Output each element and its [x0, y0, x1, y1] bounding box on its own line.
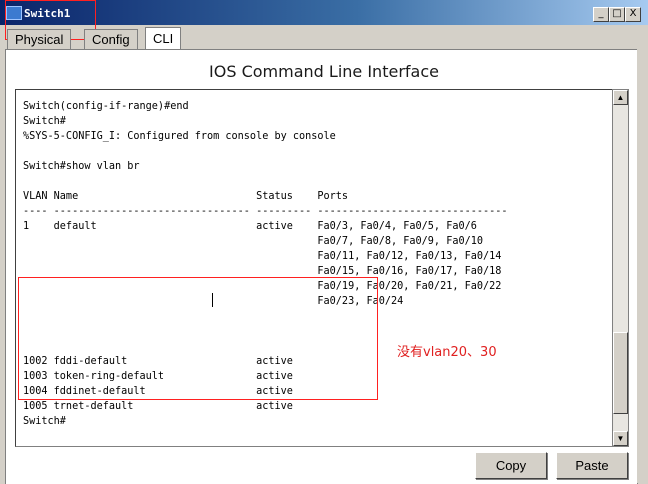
- terminal-line: %SYS-5-CONFIG_I: Configured from console…: [23, 131, 336, 142]
- terminal-line: Fa0/19, Fa0/20, Fa0/21, Fa0/22: [23, 281, 502, 292]
- window-title: Switch1: [24, 7, 71, 20]
- title-bar[interactable]: Switch1 _ □ X: [0, 0, 648, 25]
- cli-terminal[interactable]: Switch(config-if-range)#end Switch# %SYS-5…: [15, 89, 614, 447]
- terminal-line: Fa0/23, Fa0/24: [23, 296, 404, 307]
- terminal-line: 1004 fddinet-default active: [23, 386, 293, 397]
- panel-heading: IOS Command Line Interface: [209, 62, 439, 81]
- terminal-output: Switch(config-if-range)#end Switch# %SYS-5…: [23, 99, 508, 429]
- terminal-line: Switch(config-if-range)#end: [23, 101, 189, 112]
- tab-physical[interactable]: Physical: [7, 29, 72, 49]
- scroll-down-icon[interactable]: ▼: [613, 431, 628, 446]
- terminal-line: ---- -------------------------------- --…: [23, 206, 508, 217]
- close-button[interactable]: X: [625, 7, 641, 22]
- text-cursor: [212, 293, 213, 307]
- tab-cli[interactable]: CLI: [145, 27, 182, 49]
- terminal-line: Fa0/15, Fa0/16, Fa0/17, Fa0/18: [23, 266, 502, 277]
- minimize-button[interactable]: _: [593, 7, 609, 22]
- restore-button[interactable]: □: [609, 7, 625, 22]
- window-edge: [637, 49, 648, 483]
- scroll-up-icon[interactable]: ▲: [613, 90, 628, 105]
- terminal-line: 1003 token-ring-default active: [23, 371, 293, 382]
- scroll-thumb[interactable]: [613, 332, 628, 414]
- terminal-line: 1 default active Fa0/3, Fa0/4, Fa0/5, Fa…: [23, 221, 477, 232]
- terminal-line: Fa0/7, Fa0/8, Fa0/9, Fa0/10: [23, 236, 484, 247]
- terminal-line: Switch#: [23, 416, 66, 427]
- terminal-line: Switch#: [23, 116, 66, 127]
- terminal-line: Switch#show vlan br: [23, 161, 140, 172]
- terminal-line: Fa0/11, Fa0/12, Fa0/13, Fa0/14: [23, 251, 502, 262]
- tab-config[interactable]: Config: [84, 29, 138, 49]
- switch-icon: [6, 6, 22, 20]
- terminal-scrollbar[interactable]: ▲ ▼: [612, 89, 629, 447]
- annotation-note: 没有vlan20、30: [397, 345, 497, 360]
- terminal-line: 1005 trnet-default active: [23, 401, 293, 412]
- copy-button[interactable]: Copy: [475, 452, 547, 479]
- paste-button[interactable]: Paste: [556, 452, 628, 479]
- terminal-line: VLAN Name Status Ports: [23, 191, 349, 202]
